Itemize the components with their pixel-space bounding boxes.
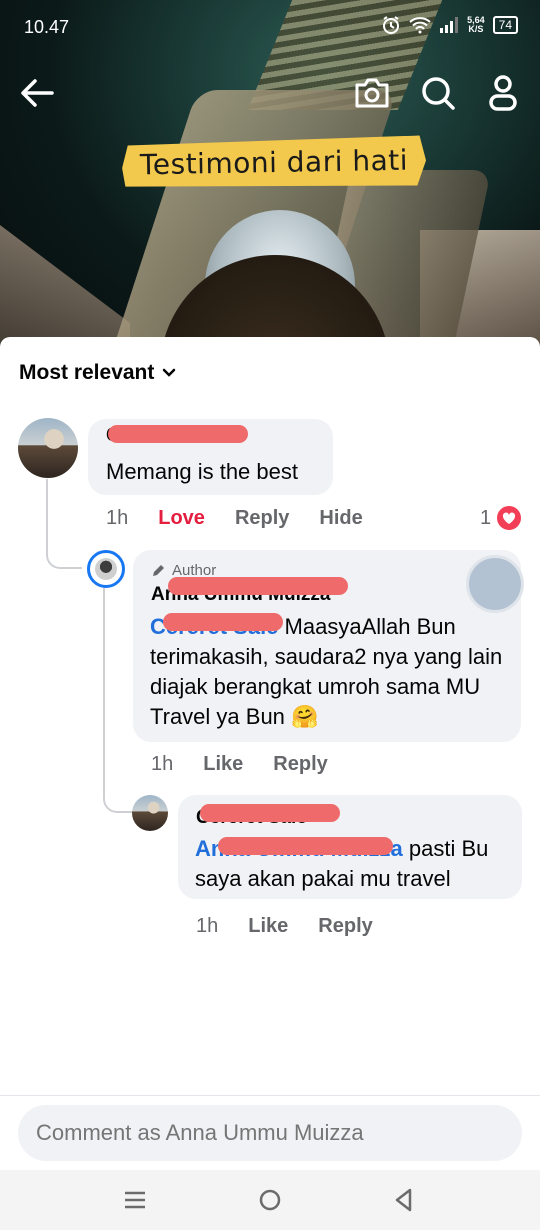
back-button[interactable]	[14, 70, 60, 116]
comment-input[interactable]	[18, 1105, 522, 1161]
alarm-icon	[383, 16, 400, 34]
name-redaction	[108, 425, 248, 443]
comment-actions: 1h Love Reply Hide	[106, 507, 363, 530]
home-icon	[259, 1189, 281, 1211]
status-icons: 5,64 K/S 74	[381, 15, 518, 35]
system-navigation-bar	[0, 1170, 540, 1230]
comments-sheet: Most relevant Cereret Sale Memang is the…	[0, 337, 540, 1170]
comment-bubble: Cereret Sale Memang is the best	[88, 419, 333, 495]
avatar[interactable]	[132, 795, 168, 831]
comment-time[interactable]: 1h	[196, 915, 218, 938]
pencil-icon	[153, 565, 164, 576]
camera-button[interactable]	[349, 70, 395, 116]
author-comment-bubble: Author Anna Ummu Muizza Cereret Sale Maa…	[133, 550, 521, 742]
reply-button[interactable]: Reply	[273, 753, 327, 776]
recents-icon	[125, 1191, 145, 1209]
status-time: 10.47	[24, 17, 70, 37]
comment-actions: 1h Like Reply	[151, 753, 328, 776]
reaction-count[interactable]: 1	[480, 506, 522, 530]
comment-text: Memang is the best	[106, 459, 298, 484]
back-triangle-icon	[395, 1188, 412, 1212]
comment-time[interactable]: 1h	[106, 507, 128, 530]
author-avatar[interactable]	[87, 550, 125, 588]
profile-icon	[489, 75, 517, 111]
network-speed-unit: K/S	[468, 24, 484, 34]
mention-redaction	[218, 837, 393, 855]
heart-icon	[497, 506, 522, 530]
comment-bubble: Cereret Sale Anna Ummu Muizza pasti Bu s…	[178, 795, 522, 899]
reply-button[interactable]: Reply	[318, 915, 372, 938]
home-button[interactable]	[250, 1184, 290, 1216]
reaction-count-value: 1	[480, 506, 492, 529]
sort-dropdown[interactable]: Most relevant	[19, 361, 176, 385]
like-button[interactable]: Like	[248, 915, 288, 938]
camera-icon	[355, 78, 389, 108]
thread-line	[46, 479, 82, 569]
network-speed: 5,64 K/S	[467, 16, 485, 34]
search-icon	[422, 77, 455, 110]
recents-button[interactable]	[115, 1184, 155, 1216]
back-arrow-icon	[21, 79, 54, 107]
name-redaction	[200, 804, 340, 822]
hide-button[interactable]: Hide	[319, 507, 362, 530]
wifi-icon	[409, 17, 431, 34]
profile-button[interactable]	[480, 70, 526, 116]
system-back-button[interactable]	[384, 1184, 424, 1216]
sort-label: Most relevant	[19, 361, 155, 384]
status-bar: 10.47 5,64 K/S 74	[0, 0, 540, 54]
thread-line-nested	[103, 587, 133, 813]
like-button[interactable]: Like	[203, 753, 243, 776]
mention-redaction	[163, 613, 283, 631]
comment-composer	[0, 1095, 540, 1170]
comment-time[interactable]: 1h	[151, 753, 173, 776]
chevron-down-icon	[163, 368, 176, 377]
comment-actions: 1h Like Reply	[196, 915, 373, 938]
signal-icon	[440, 17, 459, 33]
video-top-nav	[0, 70, 540, 120]
reply-button[interactable]: Reply	[235, 507, 289, 530]
battery-level: 74	[492, 16, 518, 34]
love-button[interactable]: Love	[158, 507, 205, 530]
search-button[interactable]	[415, 70, 461, 116]
name-redaction	[168, 577, 348, 595]
profile-picture-bubble[interactable]	[466, 555, 524, 613]
avatar[interactable]	[18, 418, 78, 478]
